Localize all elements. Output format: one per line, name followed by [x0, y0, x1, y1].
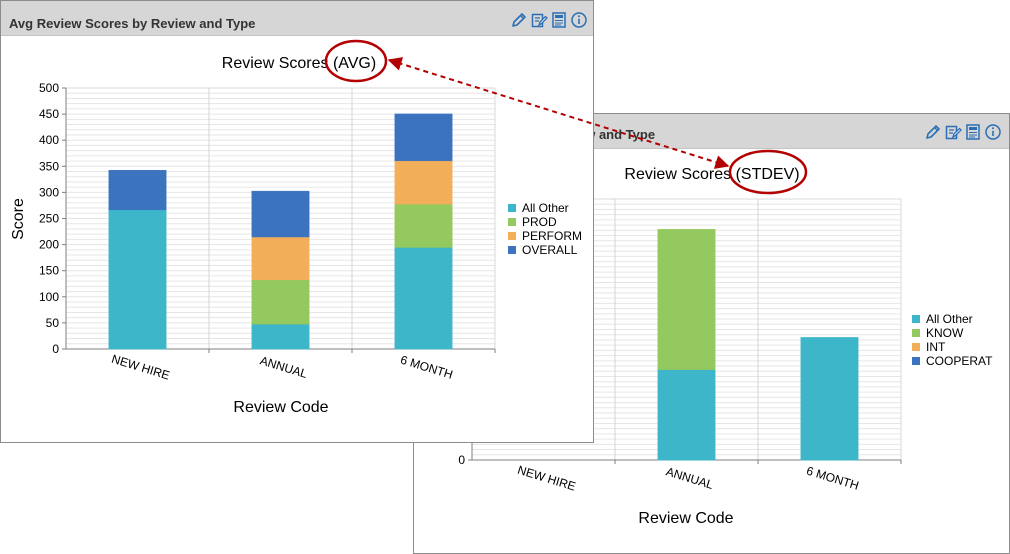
x-tick-label: NEW HIRE [110, 352, 171, 383]
report-button[interactable] [550, 11, 568, 29]
y-tick-label: 150 [39, 264, 59, 278]
x-axis-title: Review Code [638, 510, 733, 527]
edit-notes-button[interactable] [944, 123, 962, 141]
x-tick-label: NEW HIRE [516, 463, 577, 494]
legend-swatch [912, 357, 920, 365]
legend-swatch [508, 204, 516, 212]
x-tick-label: 6 MONTH [805, 464, 861, 493]
x-tick-label: ANNUAL [258, 353, 309, 381]
bar-segment [108, 209, 167, 350]
legend-label: COOPERAT [926, 354, 993, 368]
bar-segment [394, 160, 453, 205]
bar-segment [394, 246, 453, 350]
y-axis-title: Score [10, 198, 27, 240]
y-tick-label: 0 [458, 453, 465, 467]
legend-swatch [508, 246, 516, 254]
info-icon [985, 124, 1001, 140]
panel-title: Avg Review Scores by Review and Type [9, 16, 256, 31]
panel-header: Avg Review Scores by Review and Type [1, 1, 593, 36]
avg-chart: 0 50 100 150 200 250 300 350 400 450 500 NEW HIRE AN… [10, 55, 582, 416]
legend-swatch [912, 315, 920, 323]
legend-swatch [508, 218, 516, 226]
y-tick-label: 500 [39, 81, 59, 95]
bar-segment [251, 236, 310, 281]
bar-segment [251, 279, 310, 325]
legend-label: All Other [926, 312, 973, 326]
y-tick-label: 350 [39, 159, 59, 173]
y-tick-label: 50 [46, 316, 60, 330]
bar-segment [251, 323, 310, 350]
pencil-icon [926, 125, 940, 139]
bar-segment [800, 337, 859, 461]
edit-notes-icon [945, 125, 962, 140]
chart-title: Review Scores (AVG) [222, 55, 376, 72]
edit-button[interactable] [924, 123, 942, 141]
y-tick-label: 100 [39, 290, 59, 304]
y-tick-label: 250 [39, 212, 59, 226]
bar-segment [394, 113, 453, 162]
legend-label: PROD [522, 215, 557, 229]
bar-segment [657, 229, 716, 370]
legend-swatch [912, 329, 920, 337]
bar-segment [251, 190, 310, 238]
info-icon [571, 12, 587, 28]
y-tick-label: 400 [39, 133, 59, 147]
legend-swatch [912, 343, 920, 351]
edit-button[interactable] [510, 11, 528, 29]
y-tick-label: 450 [39, 107, 59, 121]
legend-swatch [508, 232, 516, 240]
legend-label: OVERALL [522, 243, 578, 257]
bar-segment [108, 169, 167, 211]
avg-panel: Avg Review Scores by Review and Type 0 50… [0, 0, 594, 443]
x-tick-label: 6 MONTH [399, 353, 455, 382]
legend-label: PERFORM [522, 229, 582, 243]
info-button[interactable] [570, 11, 588, 29]
legend-label: All Other [522, 201, 569, 215]
y-tick-label: 300 [39, 185, 59, 199]
report-icon [552, 12, 566, 28]
y-tick-label: 200 [39, 238, 59, 252]
bar-segment [657, 368, 716, 461]
edit-notes-icon [531, 13, 548, 28]
x-axis-title: Review Code [233, 399, 328, 416]
pencil-icon [512, 13, 526, 27]
chart-title: Review Scores (STDEV) [624, 166, 799, 183]
report-button[interactable] [964, 123, 982, 141]
info-button[interactable] [984, 123, 1002, 141]
legend-label: INT [926, 340, 946, 354]
legend-label: KNOW [926, 326, 964, 340]
x-tick-label: ANNUAL [664, 464, 715, 492]
bar-segment [394, 203, 453, 248]
y-tick-label: 0 [52, 342, 59, 356]
report-icon [966, 124, 980, 140]
edit-notes-button[interactable] [530, 11, 548, 29]
